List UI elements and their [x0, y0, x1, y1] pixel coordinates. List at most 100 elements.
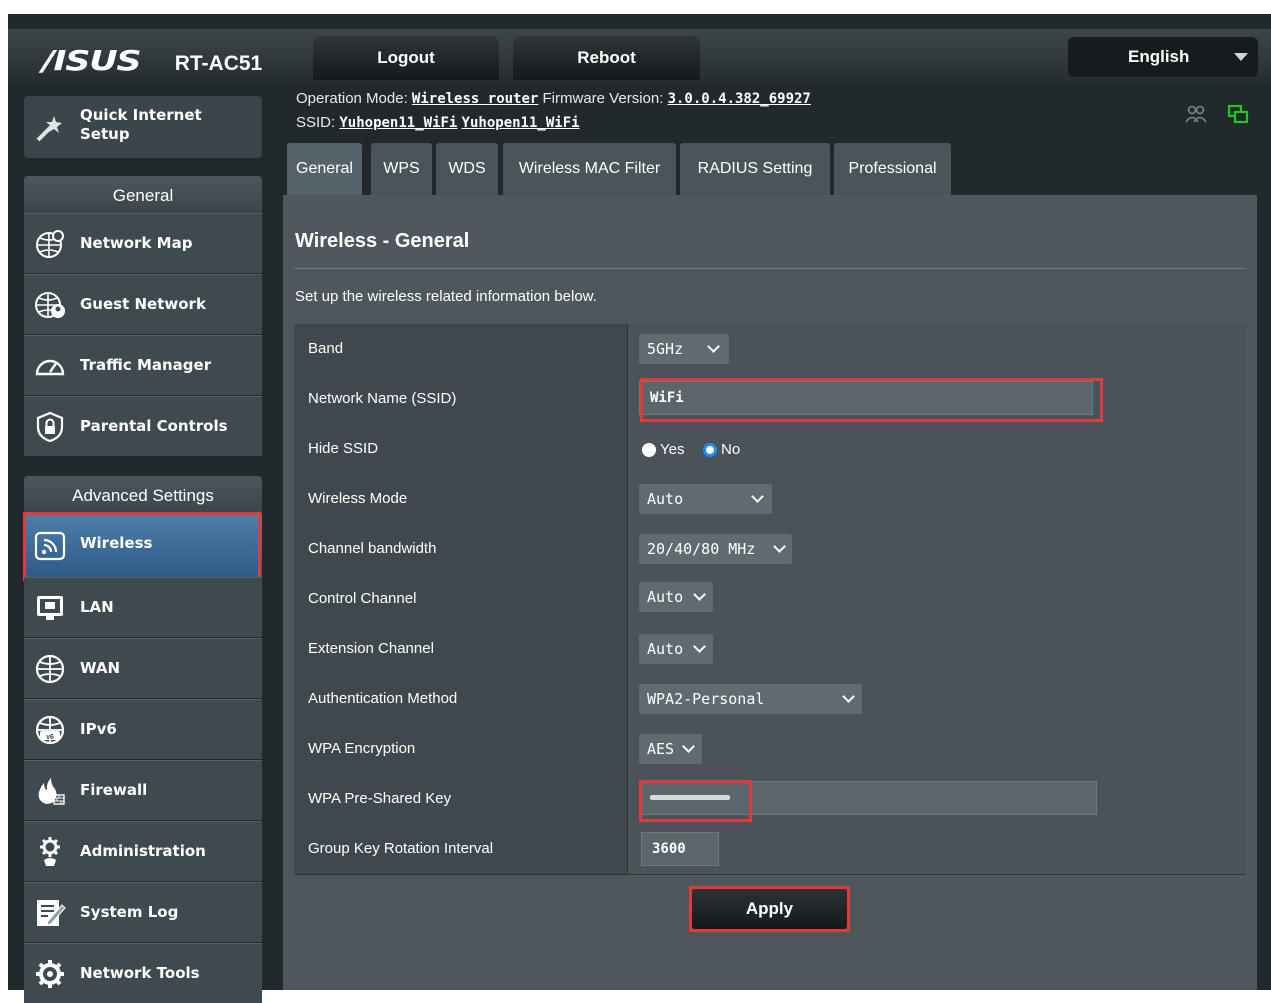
router-model: RT-AC51	[174, 52, 263, 75]
monitor-icon	[37, 596, 63, 620]
quick-internet-setup-button[interactable]: Quick Internet Setup	[24, 96, 262, 158]
fire-icon	[38, 778, 65, 805]
advanced-settings-header: Advanced Settings	[24, 476, 262, 516]
band-label: Band	[308, 340, 344, 357]
wpa-psk-input[interactable]	[639, 781, 1097, 815]
wand-icon	[36, 116, 62, 142]
brand-logo: /ISUS RT-AC51	[42, 44, 262, 77]
sidebar-item-label: Firewall	[80, 781, 148, 799]
hide-ssid-no-radio[interactable]: No	[703, 441, 740, 458]
page-title: Wireless - General	[295, 230, 470, 252]
control-channel-select[interactable]: Auto	[639, 582, 713, 612]
key-rotation-input[interactable]: 3600	[641, 832, 719, 866]
chevron-down-icon	[773, 540, 786, 553]
control-channel-label: Control Channel	[308, 590, 417, 607]
chevron-down-icon	[842, 690, 855, 703]
logout-button[interactable]: Logout	[313, 36, 499, 80]
sidebar-item-administration[interactable]: Administration	[24, 821, 262, 881]
wpa-encryption-select[interactable]: AES	[639, 734, 702, 764]
sidebar-item-network-map[interactable]: Network Map	[24, 213, 262, 273]
channel-bandwidth-value: 20/40/80 MHz	[647, 540, 756, 558]
sidebar-item-label: Wireless	[80, 534, 153, 552]
sidebar-item-guest-network[interactable]: Guest Network	[24, 274, 262, 334]
firmware-label: Firmware Version:	[542, 90, 664, 107]
tab-radius-setting[interactable]: RADIUS Setting	[680, 143, 830, 195]
network-map-icon	[36, 230, 64, 258]
ssid-input[interactable]: WiFi	[639, 381, 1093, 415]
extension-channel-row: Extension Channel Auto	[294, 624, 1246, 675]
chevron-down-icon	[682, 740, 695, 753]
extension-channel-value: Auto	[647, 640, 684, 658]
sidebar-item-network-tools[interactable]: Network Tools	[24, 943, 262, 1003]
internet-status-icon[interactable]	[1227, 104, 1249, 124]
users-icon[interactable]	[1185, 104, 1207, 124]
tab-general[interactable]: General	[287, 143, 362, 195]
tab-wps[interactable]: WPS	[371, 143, 432, 195]
sidebar-item-wireless[interactable]: Wireless	[24, 513, 262, 578]
sidebar-item-lan[interactable]: LAN	[24, 577, 262, 637]
sidebar-item-label: Traffic Manager	[80, 356, 212, 374]
quick-setup-label: Quick Internet Setup	[80, 106, 202, 143]
tab-wireless-mac-filter[interactable]: Wireless MAC Filter	[503, 143, 676, 195]
sidebar-item-label: Parental Controls	[80, 417, 228, 435]
band-select[interactable]: 5GHz	[639, 334, 729, 364]
ssid-link-2[interactable]: Yuhopen11_WiFi	[462, 115, 580, 131]
ssid-link-1[interactable]: Yuhopen11_WiFi	[339, 115, 457, 131]
wpa-encryption-label: WPA Encryption	[308, 740, 416, 757]
apply-button[interactable]: Apply	[692, 889, 847, 929]
globe-icon	[35, 654, 65, 684]
operation-mode-link[interactable]: Wireless router	[412, 91, 538, 107]
extension-channel-label: Extension Channel	[308, 640, 434, 657]
hide-ssid-row: Hide SSID Yes No	[294, 424, 1246, 475]
chevron-down-icon	[751, 490, 764, 503]
sidebar-item-label: Network Tools	[80, 964, 200, 982]
sidebar-item-label: IPv6	[80, 720, 117, 738]
authentication-method-label: Authentication Method	[308, 690, 458, 707]
tab-wds[interactable]: WDS	[436, 143, 498, 195]
band-row: Band 5GHz	[294, 324, 1246, 375]
sidebar-item-wan[interactable]: WAN	[24, 638, 262, 698]
ssid-line: SSID: Yuhopen11_WiFi Yuhopen11_WiFi	[296, 114, 580, 131]
key-rotation-value: 3600	[652, 841, 686, 857]
sidebar-item-label: System Log	[80, 903, 179, 921]
tab-professional[interactable]: Professional	[834, 143, 951, 195]
ipv6-globe-icon: v6	[35, 715, 65, 745]
page-description: Set up the wireless related information …	[295, 288, 597, 305]
hide-ssid-label: Hide SSID	[308, 440, 379, 457]
ssid-field-label: Network Name (SSID)	[308, 390, 457, 407]
channel-bandwidth-select[interactable]: 20/40/80 MHz	[639, 534, 792, 564]
wireless-mode-label: Wireless Mode	[308, 490, 408, 507]
wireless-mode-value: Auto	[647, 490, 684, 508]
firmware-link[interactable]: 3.0.0.4.382_69927	[668, 91, 811, 107]
language-select[interactable]: English	[1068, 37, 1258, 77]
divider	[293, 268, 1245, 269]
sidebar-item-parental-controls[interactable]: Parental Controls	[24, 396, 262, 456]
hide-ssid-yes-radio[interactable]: Yes	[642, 441, 684, 458]
sidebar-item-firewall[interactable]: Firewall	[24, 760, 262, 820]
svg-text:v6: v6	[46, 734, 54, 741]
operation-mode-line: Operation Mode: Wireless router Firmware…	[296, 90, 811, 107]
asus-logo: /ISUS	[42, 44, 142, 77]
key-rotation-row: Group Key Rotation Interval 3600	[294, 824, 1246, 875]
sidebar-item-label: Administration	[80, 842, 206, 860]
control-channel-value: Auto	[647, 588, 684, 606]
sidebar-item-ipv6[interactable]: v6 IPv6	[24, 699, 262, 759]
sidebar-item-label: Guest Network	[80, 295, 206, 313]
wpa-psk-row: WPA Pre-Shared Key	[294, 774, 1246, 825]
authentication-method-select[interactable]: WPA2-Personal	[639, 684, 862, 714]
wireless-mode-select[interactable]: Auto	[639, 484, 772, 514]
reboot-button[interactable]: Reboot	[513, 36, 700, 80]
channel-bandwidth-row: Channel bandwidth 20/40/80 MHz	[294, 524, 1246, 575]
sidebar-item-system-log[interactable]: System Log	[24, 882, 262, 942]
wpa-psk-label: WPA Pre-Shared Key	[308, 790, 452, 807]
chevron-down-icon	[693, 588, 706, 601]
radio-unselected-icon	[642, 442, 656, 457]
sidebar-item-label: LAN	[80, 598, 114, 616]
sidebar-item-traffic-manager[interactable]: Traffic Manager	[24, 335, 262, 395]
general-section-header: General	[24, 176, 262, 216]
wpa-encryption-value: AES	[647, 740, 675, 758]
log-icon	[37, 900, 66, 926]
language-value: English	[1128, 47, 1190, 66]
authentication-method-row: Authentication Method WPA2-Personal	[294, 674, 1246, 725]
extension-channel-select[interactable]: Auto	[639, 634, 713, 664]
